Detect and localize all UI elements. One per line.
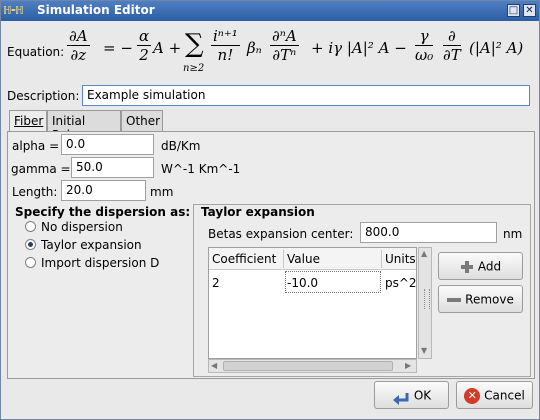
nonlinear-term: + iγ |A|² A − [311,39,407,57]
length-input[interactable]: 20.0 [61,180,146,201]
ok-button[interactable]: OK [374,381,449,409]
scroll-down-arrow-icon[interactable]: ▼ [421,346,427,355]
splitter-handle[interactable] [424,289,430,309]
a-plus: A + [153,39,182,57]
column-divider[interactable] [283,250,284,268]
column-header-coefficient[interactable]: Coefficient [212,252,276,266]
cancel-x-icon: ✕ [464,387,481,404]
close-window-button[interactable]: ✕ [523,4,536,17]
scroll-right-arrow-icon[interactable]: ▶ [405,361,411,370]
lhs-fraction: ∂A ∂z [67,27,90,64]
gamma-unit: W^-1 Km^-1 [161,162,241,176]
tab-initial-pulse[interactable]: Initial Pulse [47,110,121,142]
no-dispersion-label[interactable]: No dispersion [41,220,123,234]
table-cell-units[interactable]: ps^2 [385,276,416,290]
expansion-center-input[interactable]: 800.0 [360,222,497,243]
remove-coefficient-button[interactable]: Remove [438,285,523,313]
gamma-input[interactable]: 50.0 [71,157,154,178]
table-cell-coefficient[interactable]: 2 [212,276,220,290]
tab-other[interactable]: Other [121,110,163,131]
column-divider[interactable] [381,250,382,268]
scroll-left-arrow-icon[interactable]: ◀ [211,361,217,370]
taylor-group-title: Taylor expansion [201,205,315,219]
maximize-button[interactable]: □ [507,4,520,17]
expansion-center-label: Betas expansion center: [208,227,354,241]
window-title: Simulation Editor [37,3,155,17]
simulation-editor-window: ℍ⁃ℍ Simulation Editor □ ✕ Equation: ∂A ∂… [0,0,540,420]
table-header: Coefficient Value Units [209,248,416,270]
plus-icon [460,260,474,274]
equals-minus: = − [103,39,133,57]
table-horizontal-scrollbar[interactable]: ◀ ▶ [208,359,417,373]
radio-import-dispersion[interactable] [25,257,36,268]
i-power-fraction: iⁿ⁺¹ n! [211,27,240,64]
radio-no-dispersion[interactable] [25,221,36,232]
title-bar[interactable]: ℍ⁃ℍ Simulation Editor □ ✕ [1,1,539,21]
dispersion-title: Specify the dispersion as: [15,205,191,219]
radio-taylor-expansion[interactable] [25,239,36,250]
app-icon: ℍ⁃ℍ [4,4,23,17]
equation-label: Equation: [7,45,65,59]
horizontal-scroll-thumb[interactable] [223,361,393,371]
add-coefficient-button[interactable]: Add [438,252,523,280]
taylor-expansion-label[interactable]: Taylor expansion [41,238,142,252]
length-label: Length: [12,185,58,199]
alpha-label: alpha = [12,139,60,153]
minus-icon [447,297,462,302]
gamma-fraction: γ ω₀ [415,27,434,64]
description-label: Description: [7,89,80,103]
alpha-fraction: α 2 [137,27,152,64]
beta-n: βₙ [247,39,262,57]
expansion-center-unit: nm [503,227,523,241]
alpha-unit: dB/Km [161,139,201,153]
coefficients-table[interactable]: Coefficient Value Units 2 -10.0 ps^2 [208,247,417,359]
table-cell-value[interactable]: -10.0 [287,276,318,290]
length-unit: mm [150,185,174,199]
derivative-fraction: ∂ⁿA ∂Tⁿ [270,27,299,64]
description-input[interactable]: Example simulation [82,85,530,106]
shock-term: (|A|² A) [469,39,524,57]
sum-symbol: ∑ [185,29,204,59]
gamma-label: gamma = [11,162,71,176]
scroll-up-arrow-icon[interactable]: ▲ [421,249,427,258]
alpha-input[interactable]: 0.0 [61,134,154,155]
import-dispersion-label[interactable]: Import dispersion D [41,256,159,270]
enter-arrow-icon [392,389,410,405]
sum-subscript: n≥2 [183,63,205,74]
cancel-button[interactable]: ✕ Cancel [456,381,533,409]
tab-fiber[interactable]: Fiber [9,110,47,132]
time-derivative-fraction: ∂ ∂T [443,27,461,64]
column-header-units[interactable]: Units [385,252,416,266]
equation-display: ∂A ∂z = − α 2 A + ∑ n≥2 iⁿ⁺¹ n! βₙ ∂ⁿA ∂… [67,25,537,83]
column-header-value[interactable]: Value [287,252,320,266]
